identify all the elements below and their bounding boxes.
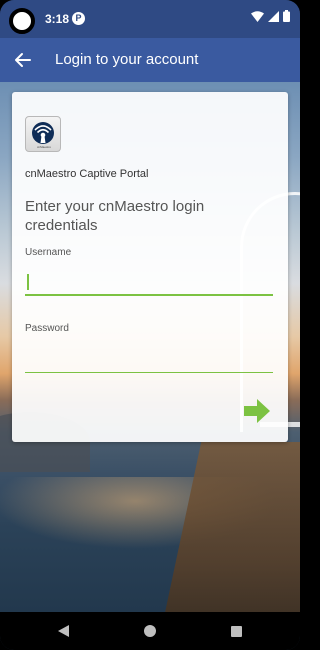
status-bar: 3:18 P bbox=[0, 0, 300, 38]
nav-home-icon[interactable] bbox=[144, 625, 156, 637]
nav-back-icon[interactable] bbox=[58, 625, 69, 637]
app-bar: Login to your account bbox=[0, 38, 300, 82]
back-arrow-icon[interactable] bbox=[12, 49, 34, 71]
status-time: 3:18 bbox=[45, 12, 70, 26]
phone-screen: 3:18 P Login to your account cnMaestro c… bbox=[0, 0, 300, 650]
camera-cutout bbox=[9, 8, 35, 34]
password-input[interactable] bbox=[25, 341, 273, 373]
status-icons bbox=[251, 10, 290, 22]
logo-caption: cnMaestro bbox=[36, 145, 51, 149]
cnmaestro-logo: cnMaestro bbox=[25, 116, 61, 152]
arrow-right-icon[interactable] bbox=[242, 397, 272, 425]
password-label: Password bbox=[25, 323, 69, 334]
page-title: Login to your account bbox=[55, 51, 199, 68]
wifi-icon bbox=[251, 10, 264, 22]
username-input[interactable] bbox=[25, 264, 273, 296]
notification-icon: P bbox=[72, 12, 85, 25]
nav-recent-icon[interactable] bbox=[231, 626, 242, 637]
username-label: Username bbox=[25, 247, 72, 258]
signal-icon bbox=[268, 10, 279, 22]
login-heading: Enter your cnMaestro login credentials bbox=[25, 198, 205, 234]
portal-name: cnMaestro Captive Portal bbox=[25, 168, 149, 180]
wifi-signal-icon bbox=[32, 122, 54, 144]
navigation-bar bbox=[0, 612, 300, 650]
text-cursor bbox=[27, 274, 29, 290]
login-card: cnMaestro cnMaestro Captive Portal Enter… bbox=[12, 92, 288, 442]
battery-icon bbox=[283, 10, 290, 22]
